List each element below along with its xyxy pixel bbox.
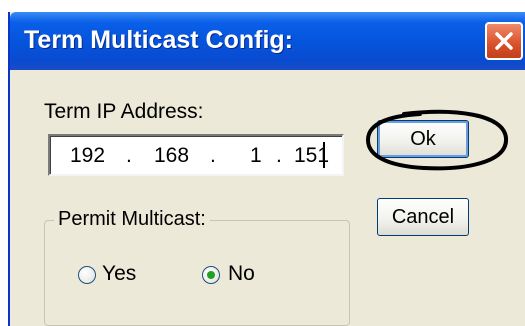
text-caret xyxy=(323,142,325,168)
ip-address-field[interactable]: 192 . 168 . 1 . 151 xyxy=(48,134,344,176)
dialog-body: Term IP Address: 192 . 168 . 1 . 151 Ok … xyxy=(10,70,525,326)
close-button[interactable] xyxy=(485,22,523,60)
radio-no[interactable] xyxy=(202,266,220,284)
ip-octet-1[interactable]: 192 xyxy=(70,144,105,168)
window-title: Term Multicast Config: xyxy=(24,26,293,54)
ip-address-label: Term IP Address: xyxy=(44,100,204,123)
title-bar[interactable]: Term Multicast Config: xyxy=(10,12,525,70)
radio-no-label[interactable]: No xyxy=(228,262,255,286)
radio-yes-label[interactable]: Yes xyxy=(102,262,136,286)
cancel-button[interactable]: Cancel xyxy=(377,198,469,236)
dialog-window: Term Multicast Config: Term IP Address: … xyxy=(8,12,525,326)
radio-yes[interactable] xyxy=(78,266,96,284)
permit-multicast-label: Permit Multicast: xyxy=(54,208,210,231)
hand-drawn-circle-annotation xyxy=(365,109,509,171)
ip-separator: . xyxy=(126,144,132,167)
close-icon xyxy=(495,32,513,50)
ip-separator: . xyxy=(210,144,216,167)
radio-selected-dot xyxy=(207,271,215,279)
ip-octet-3[interactable]: 1 xyxy=(250,144,262,168)
ip-octet-2[interactable]: 168 xyxy=(154,144,189,168)
ip-separator: . xyxy=(276,144,282,167)
